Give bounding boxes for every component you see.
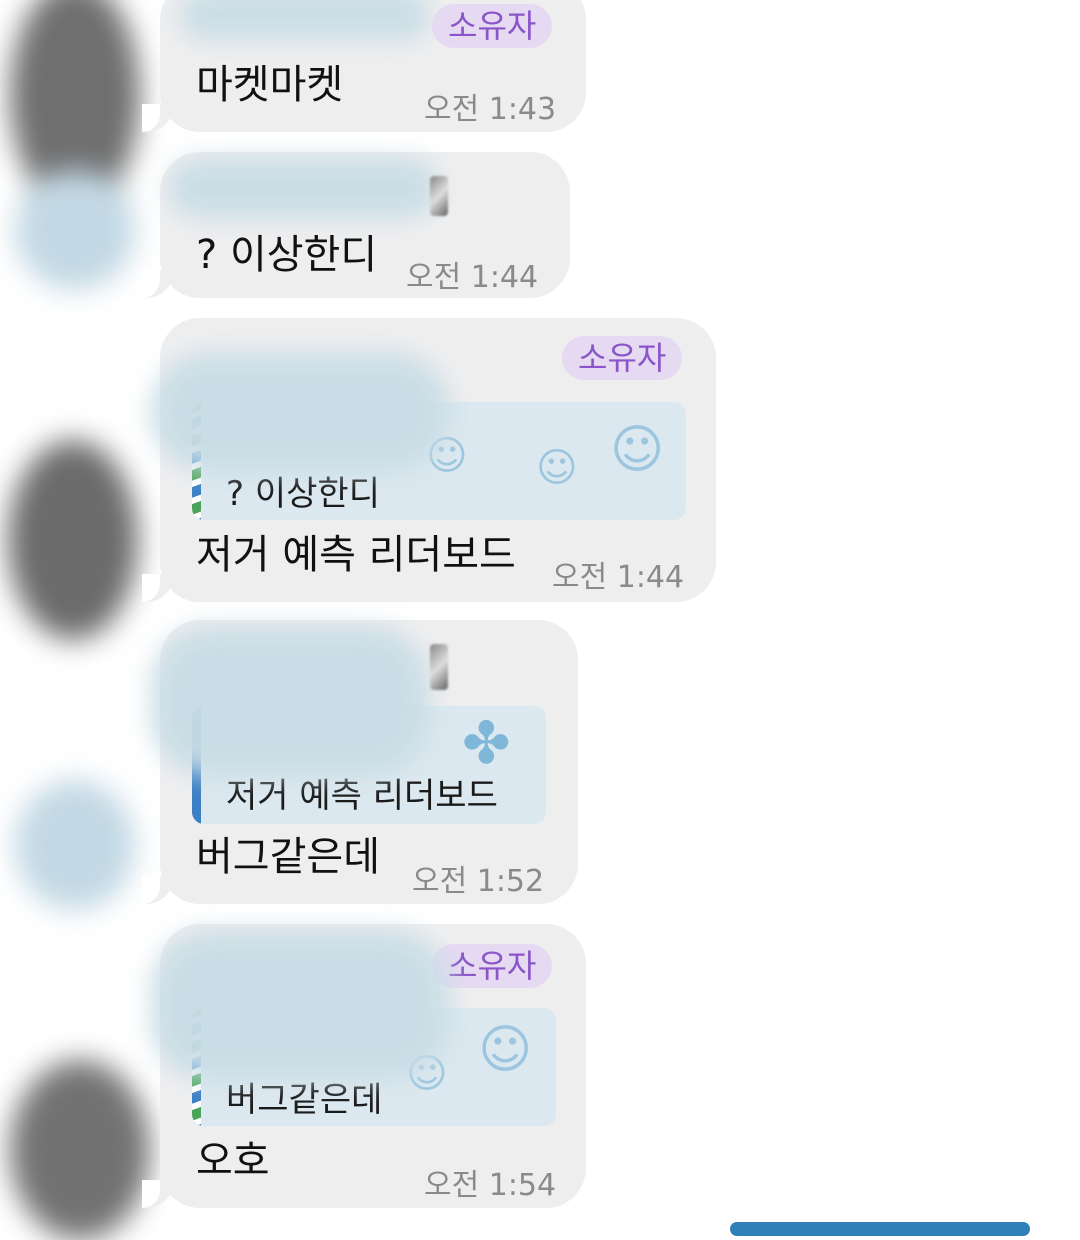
sender-name-redacted <box>168 158 438 218</box>
sender-name-redacted <box>180 0 430 40</box>
owner-badge: 소유자 <box>432 4 553 48</box>
avatar[interactable] <box>10 1060 150 1240</box>
voodoo-doll-icon: ✤ <box>462 709 511 777</box>
sender-name-redacted <box>150 626 430 776</box>
message-time: 오전 1:44 <box>406 260 539 295</box>
owner-badge: 소유자 <box>432 944 553 988</box>
message-bubble[interactable]: 소유자 ☺ ☺ ☺ ? 이상한디 저거 예측 리더보드 오전 1:44 <box>142 318 716 602</box>
message-time: 오전 1:54 <box>424 1168 557 1203</box>
message-text: 버그같은데 <box>196 834 380 880</box>
message-time: 오전 1:52 <box>412 864 545 899</box>
message-text: ? 이상한디 <box>196 232 378 278</box>
scroll-to-bottom-indicator[interactable] <box>730 1222 1030 1236</box>
sender-name-redacted <box>150 930 450 1080</box>
sender-name-redacted <box>150 352 450 472</box>
avatar[interactable] <box>8 440 138 640</box>
halo-face-icon: ☺ <box>478 1020 533 1080</box>
message-time: 오전 1:44 <box>552 560 685 595</box>
profile-thumbnail <box>430 644 448 690</box>
message-text: 오호 <box>196 1138 270 1184</box>
avatar[interactable] <box>15 170 135 290</box>
message-time: 오전 1:43 <box>424 92 557 127</box>
message-bubble[interactable]: ? 이상한디 오전 1:44 <box>142 152 570 298</box>
message-bubble[interactable]: ✤ 저거 예측 리더보드 버그같은데 오전 1:52 <box>142 620 578 904</box>
halo-face-icon: ☺ <box>610 420 665 480</box>
reply-quoted-text: ? 이상한디 <box>226 474 380 514</box>
message-text: 마켓마켓 <box>196 62 344 108</box>
message-bubble[interactable]: 소유자 ☺ ☺ 버그같은데 오호 오전 1:54 <box>142 924 586 1208</box>
avatar-column <box>0 0 150 1240</box>
message-bubble[interactable]: 소유자 마켓마켓 오전 1:43 <box>142 0 586 132</box>
message-text: 저거 예측 리더보드 <box>196 532 516 578</box>
profile-thumbnail <box>430 176 448 216</box>
avatar[interactable] <box>15 780 135 910</box>
halo-face-icon: ☺ <box>536 445 578 491</box>
owner-badge: 소유자 <box>562 336 683 380</box>
